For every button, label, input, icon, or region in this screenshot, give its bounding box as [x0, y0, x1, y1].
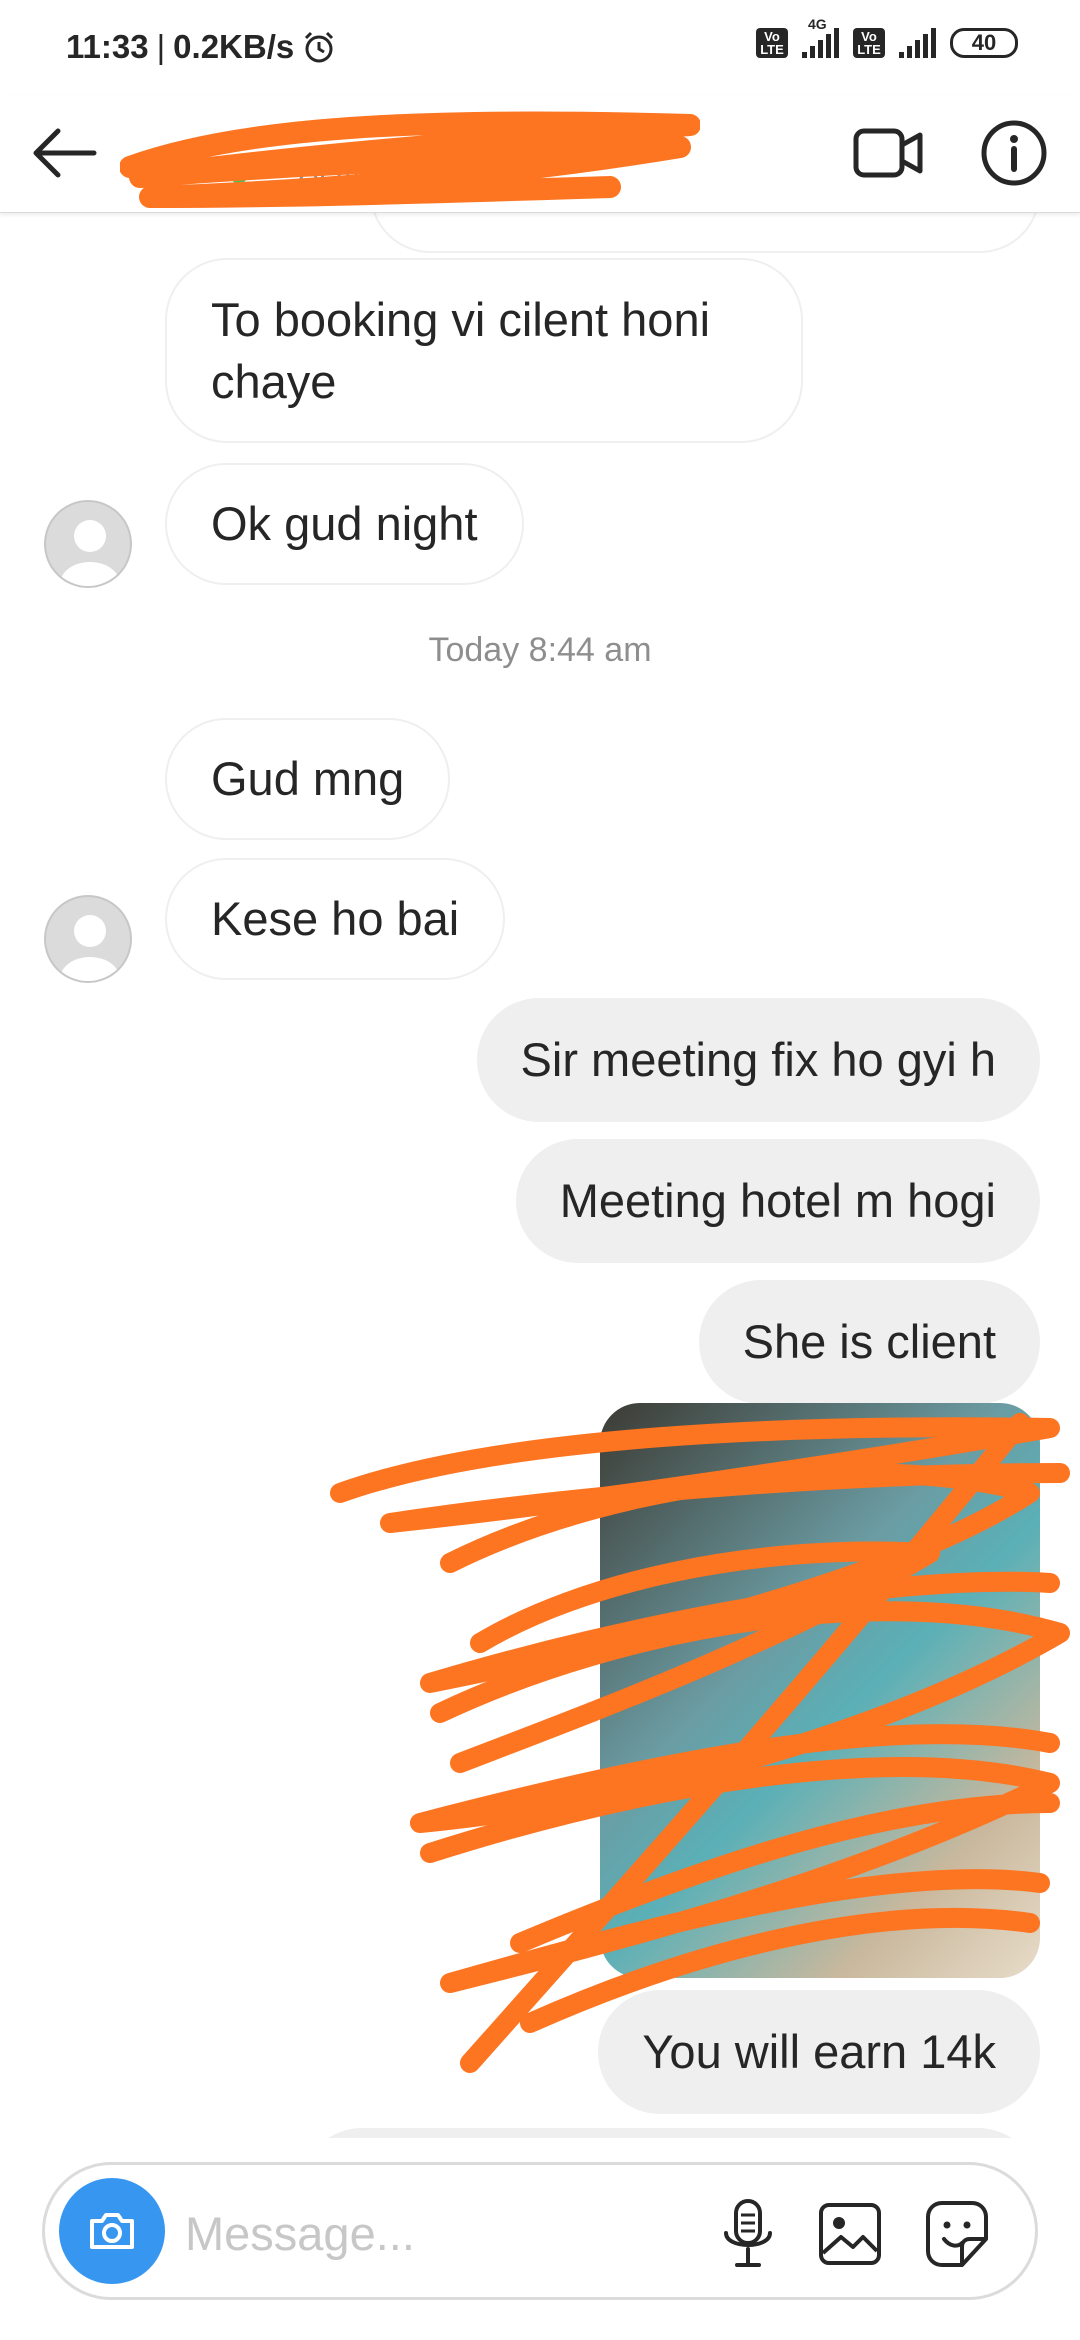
message-text: chaye: [211, 354, 337, 408]
avatar[interactable]: [44, 500, 132, 588]
message-incoming[interactable]: Gud mng: [165, 718, 451, 840]
status-left: 11:33 | 0.2KB/s: [66, 28, 336, 66]
network-type: 4G: [808, 16, 827, 32]
signal-icon: [802, 28, 839, 58]
info-icon[interactable]: [976, 115, 1052, 191]
camera-button[interactable]: [59, 2178, 165, 2284]
status-right: Vo LTE 4G Vo LTE 40: [756, 16, 1018, 58]
message-composer: [42, 2162, 1038, 2300]
avatar[interactable]: [44, 895, 132, 983]
microphone-icon[interactable]: [713, 2197, 783, 2271]
message-thread[interactable]: To booking vi cilent honi chaye Ok gud n…: [0, 213, 1080, 2138]
message-input[interactable]: [185, 2195, 685, 2271]
message-text: To booking vi cilent honi: [211, 292, 711, 346]
back-arrow-icon[interactable]: [28, 115, 104, 191]
timestamp: Today 8:44 am: [428, 631, 652, 669]
bottom-safe-area: [0, 2300, 1080, 2340]
message-incoming[interactable]: Ok gud night: [165, 463, 524, 585]
volte-badge-2: Vo LTE: [853, 28, 885, 58]
battery-icon: 40: [950, 28, 1018, 58]
message-text: Meeting hotel m hogi: [559, 1174, 996, 1227]
status-bar: 11:33 | 0.2KB/s Vo LTE 4G Vo LTE 40: [0, 0, 1080, 95]
signal-icon-2: [899, 28, 936, 58]
alarm-icon: [305, 31, 334, 63]
message-text: She is client: [742, 1315, 996, 1368]
camera-icon: [90, 2213, 134, 2249]
volte-badge-1: Vo LTE: [756, 28, 788, 58]
message-text: Sir meeting fix ho gyi h: [520, 1033, 996, 1086]
status-time: 11:33: [66, 28, 149, 65]
message-incoming[interactable]: To booking vi cilent honi chaye: [165, 258, 803, 443]
message-text: Kese ho bai: [211, 892, 460, 945]
message-bubble-cutoff: [300, 2128, 1040, 2138]
gallery-icon[interactable]: [815, 2197, 885, 2271]
status-speed: 0.2KB/s: [173, 28, 295, 65]
message-outgoing[interactable]: Sir meeting fix ho gyi h: [476, 998, 1040, 1122]
name-redaction-scribble: [120, 111, 700, 208]
message-bubble-cutoff: [370, 213, 1040, 253]
signal-1: 4G: [802, 16, 839, 58]
default-avatar-icon: [60, 915, 120, 981]
video-call-icon[interactable]: [850, 115, 926, 191]
chat-header: Active now: [0, 95, 1080, 213]
message-text: Ok gud night: [211, 497, 478, 550]
message-incoming[interactable]: Kese ho bai: [165, 858, 506, 980]
status-separator: |: [156, 28, 166, 65]
message-text: Gud mng: [211, 752, 405, 805]
default-avatar-icon: [60, 520, 120, 586]
message-outgoing[interactable]: Meeting hotel m hogi: [515, 1139, 1040, 1263]
sticker-icon[interactable]: [920, 2197, 994, 2271]
image-redaction-scribble: [330, 1413, 1070, 2073]
